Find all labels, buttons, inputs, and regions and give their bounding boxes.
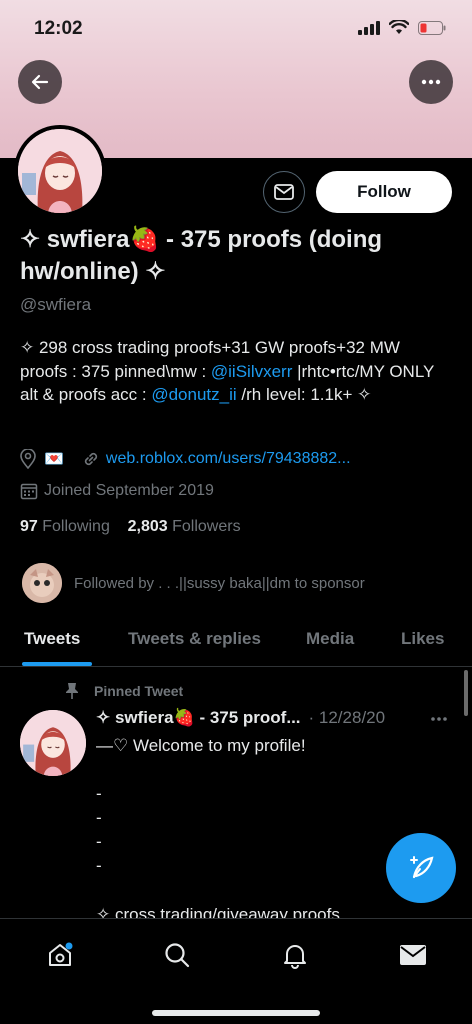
followers-link[interactable]: 2,803 Followers bbox=[128, 518, 241, 535]
arrow-left-icon bbox=[31, 74, 49, 90]
tweet-line: - bbox=[96, 832, 102, 851]
following-link[interactable]: 97 Following bbox=[20, 518, 110, 535]
nav-messages[interactable] bbox=[393, 935, 433, 975]
tweet-author-avatar[interactable] bbox=[20, 710, 86, 776]
tweet-text: —♡ Welcome to my profile! bbox=[96, 736, 306, 755]
more-horizontal-icon bbox=[421, 79, 441, 85]
tab-tweets[interactable]: Tweets bbox=[24, 629, 80, 649]
tweet-date[interactable]: · 12/28/20 bbox=[309, 708, 386, 728]
bio-mention-link[interactable]: @iiSilvxerr bbox=[211, 362, 292, 381]
active-tab-indicator bbox=[22, 662, 92, 666]
followed-by-text: Followed by . . .||sussy baka||dm to spo… bbox=[74, 574, 365, 592]
envelope-icon bbox=[400, 945, 426, 965]
status-bar: 12:02 bbox=[0, 0, 472, 58]
following-label: Following bbox=[42, 518, 110, 535]
location-icon bbox=[20, 449, 36, 469]
joined-date: Joined September 2019 bbox=[44, 482, 214, 499]
compose-tweet-button[interactable] bbox=[386, 833, 456, 903]
status-icons bbox=[358, 20, 446, 35]
profile-bio: ✧ 298 cross trading proofs+31 GW proofs+… bbox=[20, 336, 450, 407]
bottom-navigation bbox=[0, 918, 472, 1024]
display-name: ✧ swfiera🍓 - 375 proofs (doing hw/online… bbox=[20, 226, 383, 285]
compose-feather-icon bbox=[410, 856, 434, 879]
mail-icon bbox=[274, 184, 294, 200]
follower-avatar bbox=[22, 563, 62, 603]
tweet-more-icon[interactable] bbox=[430, 716, 448, 722]
followed-by-row[interactable]: Followed by . . .||sussy baka||dm to spo… bbox=[22, 563, 365, 603]
profile-handle: @swfiera bbox=[20, 295, 92, 314]
tweet-line: - bbox=[96, 808, 102, 827]
status-time: 12:02 bbox=[34, 18, 83, 39]
battery-icon bbox=[418, 20, 446, 35]
follow-counts: 97 Following 2,803 Followers bbox=[20, 518, 241, 536]
signal-icon bbox=[358, 20, 380, 35]
profile-avatar[interactable] bbox=[14, 125, 106, 217]
joined-row: Joined September 2019 bbox=[20, 482, 214, 500]
calendar-icon bbox=[20, 483, 38, 500]
nav-home[interactable] bbox=[40, 935, 80, 975]
tab-tweets-and-replies[interactable]: Tweets & replies bbox=[128, 629, 261, 649]
bio-text: /rh level: 1.1k+ ✧ bbox=[236, 385, 372, 404]
follow-button[interactable]: Follow bbox=[316, 171, 452, 213]
followers-count: 2,803 bbox=[127, 518, 168, 535]
tab-media[interactable]: Media bbox=[306, 629, 354, 649]
pin-icon bbox=[66, 683, 78, 699]
home-icon bbox=[49, 942, 73, 966]
nav-search[interactable] bbox=[157, 935, 197, 975]
bio-mention-link[interactable]: @donutz_ii bbox=[151, 385, 236, 404]
home-indicator bbox=[152, 1010, 320, 1016]
back-button[interactable] bbox=[18, 60, 62, 104]
link-icon bbox=[84, 452, 98, 466]
wifi-icon bbox=[389, 20, 409, 34]
followers-label: Followers bbox=[172, 518, 241, 535]
profile-tabs: Tweets Tweets & replies Media Likes bbox=[0, 615, 472, 667]
avatar-image bbox=[18, 129, 102, 213]
search-icon bbox=[165, 943, 190, 968]
tweet-line: - bbox=[96, 784, 102, 803]
scrollbar[interactable] bbox=[464, 670, 468, 716]
nav-notifications[interactable] bbox=[275, 935, 315, 975]
pinned-tweet-text: Pinned Tweet bbox=[94, 683, 184, 699]
following-count: 97 bbox=[20, 518, 38, 535]
website-link[interactable]: web.roblox.com/users/79438882... bbox=[106, 450, 351, 468]
profile-meta-row: 💌 web.roblox.com/users/79438882... bbox=[20, 449, 351, 469]
location-text: 💌 bbox=[44, 451, 64, 468]
tweet-author-name[interactable]: ✧ swfiera🍓 - 375 proof... bbox=[96, 708, 301, 728]
tweet-header: ✧ swfiera🍓 - 375 proof... · 12/28/20 bbox=[96, 708, 456, 728]
message-button[interactable] bbox=[263, 171, 305, 213]
pinned-tweet-label: Pinned Tweet bbox=[64, 682, 183, 700]
more-options-button[interactable] bbox=[409, 60, 453, 104]
tweet-line: - bbox=[96, 856, 102, 875]
tab-likes[interactable]: Likes bbox=[401, 629, 444, 649]
bell-icon bbox=[284, 945, 306, 969]
